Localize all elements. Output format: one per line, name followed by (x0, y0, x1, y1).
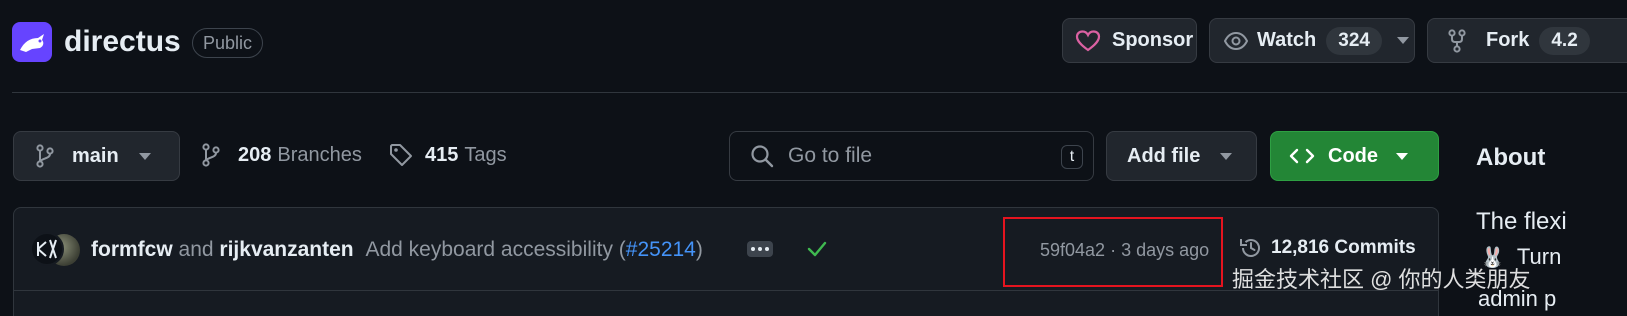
branch-name: main (72, 144, 119, 167)
watermark-text: 掘金技术社区 @ 你的人类朋友 (1232, 267, 1531, 292)
code-button[interactable]: Code (1270, 131, 1439, 181)
visibility-badge: Public (192, 28, 264, 58)
tags-count: 415 (425, 143, 459, 166)
branch-chevron-down-icon (138, 152, 151, 160)
add-file-button[interactable]: Add file (1106, 131, 1257, 181)
commit-pr-link[interactable]: #25214 (626, 238, 696, 261)
search-icon (751, 145, 774, 168)
watch-dropdown-icon[interactable] (1396, 37, 1409, 44)
sponsor-button[interactable]: Sponsor (1062, 18, 1197, 63)
commit-author-1[interactable]: formfcw (91, 238, 173, 261)
repo-logo[interactable] (12, 22, 52, 62)
check-status-icon[interactable] (806, 239, 828, 259)
highlight-box (1003, 217, 1223, 287)
eye-icon (1224, 31, 1248, 50)
commit-message-end: ) (695, 238, 703, 261)
branch-icon (36, 144, 54, 168)
header-divider (12, 92, 1627, 93)
watch-label: Watch (1257, 29, 1317, 51)
add-file-chevron-down-icon (1220, 152, 1233, 160)
tags-link[interactable]: 415 Tags (389, 143, 507, 167)
commit-authors: formfcw and rijkvanzanten Add keyboard a… (91, 238, 703, 262)
commits-history-link[interactable]: 12,816 Commits (1239, 236, 1416, 260)
commit-and: and (178, 238, 214, 261)
watch-count: 324 (1326, 26, 1382, 55)
heart-icon (1075, 29, 1101, 51)
commit-expand-button[interactable] (747, 241, 773, 257)
about-heading: About (1476, 144, 1546, 171)
fork-button[interactable]: Fork 4.2 (1427, 18, 1627, 63)
branches-label: Branches (277, 143, 362, 166)
commits-count: 12,816 Commits (1271, 237, 1416, 258)
branches-icon (202, 143, 220, 167)
branches-link[interactable]: 208 Branches (202, 143, 362, 167)
commit-author-2[interactable]: rijkvanzanten (219, 238, 353, 261)
tag-icon (390, 144, 412, 166)
search-placeholder: Go to file (788, 144, 873, 167)
fork-count: 4.2 (1539, 26, 1590, 55)
watch-button[interactable]: Watch 324 (1209, 18, 1415, 63)
branches-count: 208 (238, 143, 272, 166)
go-to-file-search[interactable]: Go to file t (729, 131, 1094, 181)
about-description: The flexi (1476, 208, 1567, 235)
rabbit-icon (20, 34, 44, 52)
repo-name[interactable]: directus (64, 25, 181, 59)
code-icon (1289, 148, 1315, 164)
commit-message[interactable]: Add keyboard accessibility (#25214) (365, 238, 702, 261)
branch-selector[interactable]: main (13, 131, 180, 181)
ellipsis-icon (751, 247, 769, 251)
code-label: Code (1328, 144, 1378, 167)
tags-label: Tags (464, 143, 507, 166)
code-chevron-down-icon (1396, 152, 1408, 160)
add-file-label: Add file (1127, 144, 1201, 167)
history-icon (1240, 239, 1260, 257)
avatar-glyph-icon (37, 239, 57, 259)
commit-message-text: Add keyboard accessibility ( (365, 238, 626, 261)
fork-label: Fork (1486, 29, 1530, 51)
search-shortcut-key: t (1061, 145, 1083, 169)
fork-icon (1448, 28, 1466, 53)
sponsor-label: Sponsor (1112, 29, 1194, 51)
author-avatar-1[interactable] (30, 232, 64, 266)
commit-box-divider (14, 290, 1438, 291)
